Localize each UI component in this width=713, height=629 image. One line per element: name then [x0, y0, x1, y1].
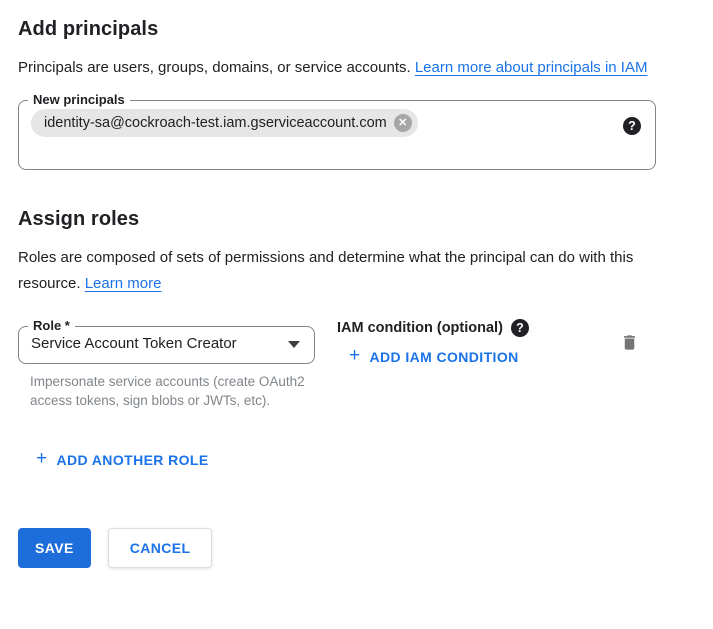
page-title: Add principals: [18, 16, 695, 42]
iam-condition-help-icon[interactable]: ?: [511, 319, 529, 337]
role-select-value: Service Account Token Creator: [31, 335, 237, 352]
learn-more-principals-link[interactable]: Learn more about principals in IAM: [415, 59, 648, 76]
roles-description: Roles are composed of sets of permission…: [18, 245, 676, 297]
plus-icon: +: [349, 346, 361, 365]
add-another-role-label: ADD ANOTHER ROLE: [57, 452, 209, 468]
principal-chip: identity-sa@cockroach-test.iam.gservicea…: [31, 109, 418, 137]
role-select-value-row[interactable]: Service Account Token Creator: [19, 333, 314, 363]
chevron-down-icon: [288, 341, 300, 348]
principal-chip-text: identity-sa@cockroach-test.iam.gservicea…: [44, 115, 387, 131]
add-another-role-row: + ADD ANOTHER ROLE: [36, 451, 695, 469]
chip-remove-icon[interactable]: ✕: [394, 114, 412, 132]
cancel-button[interactable]: CANCEL: [108, 528, 213, 568]
add-another-role-button[interactable]: + ADD ANOTHER ROLE: [36, 451, 209, 468]
iam-condition-column: IAM condition (optional) ? + ADD IAM CON…: [337, 319, 529, 366]
delete-role-button[interactable]: [618, 330, 641, 358]
principals-description: Principals are users, groups, domains, o…: [18, 55, 676, 81]
principals-description-text: Principals are users, groups, domains, o…: [18, 59, 415, 76]
add-iam-condition-label: ADD IAM CONDITION: [370, 349, 519, 365]
add-principals-panel: Add principals Principals are users, gro…: [0, 0, 713, 568]
role-select[interactable]: Role * Service Account Token Creator: [18, 319, 315, 364]
new-principals-label: New principals: [28, 93, 130, 107]
new-principals-input-area[interactable]: identity-sa@cockroach-test.iam.gservicea…: [19, 107, 655, 169]
save-button[interactable]: SAVE: [18, 528, 91, 568]
role-row: Role * Service Account Token Creator Imp…: [18, 319, 695, 410]
iam-condition-label-row: IAM condition (optional) ?: [337, 319, 529, 337]
trash-icon: [620, 332, 639, 353]
add-iam-condition-button[interactable]: + ADD IAM CONDITION: [349, 348, 519, 365]
learn-more-roles-link[interactable]: Learn more: [85, 275, 162, 292]
principals-help-icon[interactable]: ?: [623, 117, 641, 135]
role-column: Role * Service Account Token Creator Imp…: [18, 319, 315, 410]
role-helper-text: Impersonate service accounts (create OAu…: [30, 372, 318, 410]
new-principals-field[interactable]: New principals identity-sa@cockroach-tes…: [18, 93, 656, 170]
role-select-label: Role *: [28, 319, 75, 333]
iam-condition-label: IAM condition (optional): [337, 319, 503, 337]
plus-icon: +: [36, 449, 48, 468]
assign-roles-title: Assign roles: [18, 206, 695, 232]
action-buttons-row: SAVE CANCEL: [18, 528, 695, 568]
